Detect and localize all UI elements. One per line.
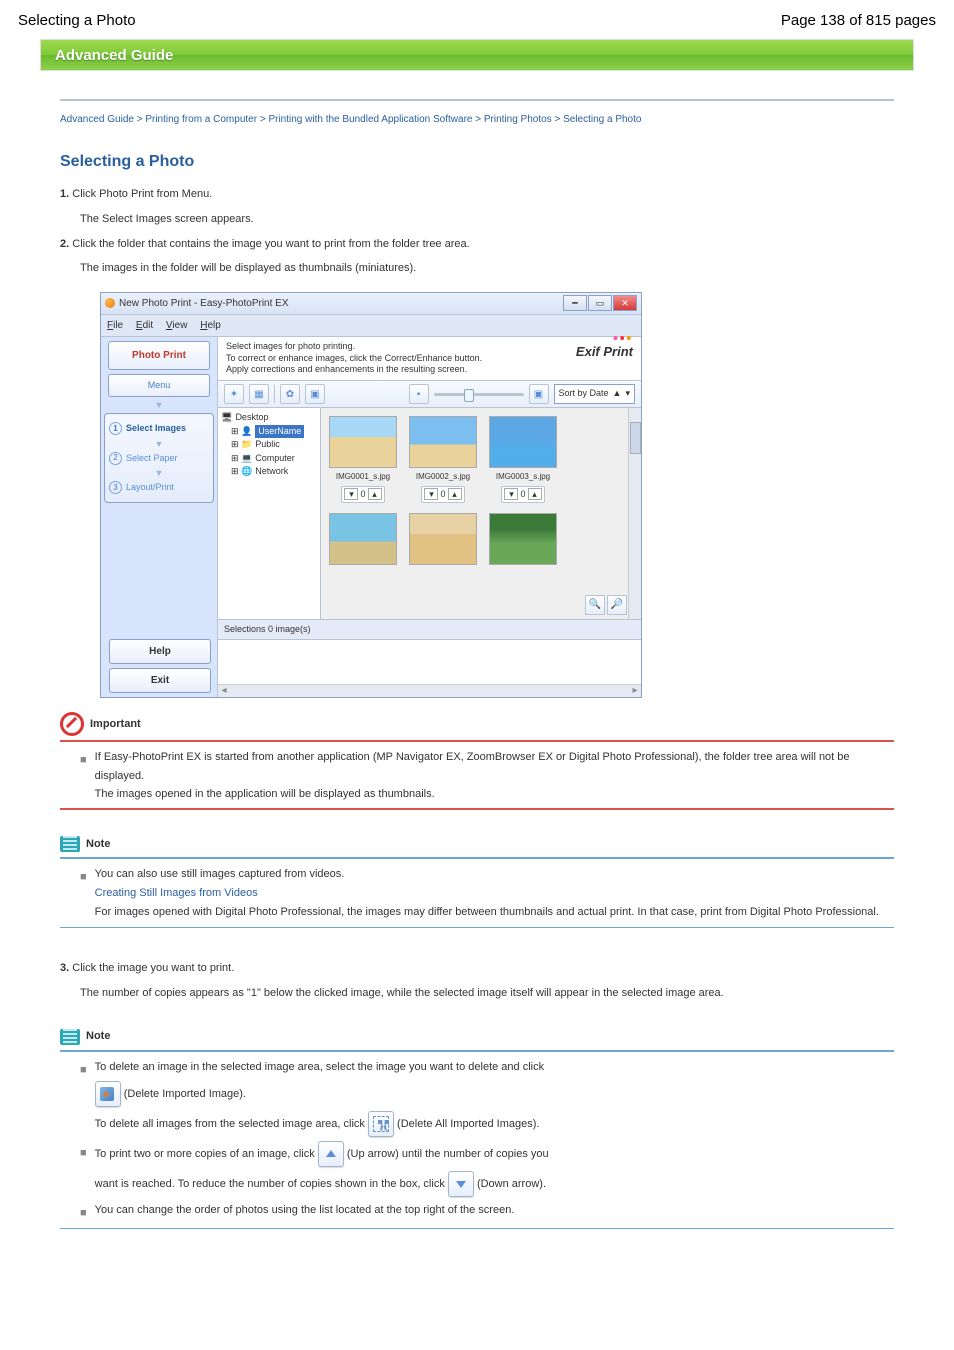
note-link[interactable]: Creating Still Images from Videos <box>95 884 879 903</box>
zoom-out-icon[interactable]: 🔍 <box>585 595 605 615</box>
selections-bar: Selections 0 image(s) <box>218 619 641 639</box>
divider-blue <box>60 1228 894 1229</box>
menu-edit[interactable]: Edit <box>136 320 153 331</box>
page-counter: Page 138 of 815 pages <box>781 12 936 29</box>
thumbnail[interactable] <box>329 513 397 565</box>
step-2: 2. Click the folder that contains the im… <box>60 235 894 254</box>
menu-button[interactable]: Menu <box>108 374 210 397</box>
thumbnail[interactable]: IMG0003_s.jpg ▾0▴ <box>489 416 557 503</box>
menubar: File Edit View Help <box>101 315 641 337</box>
window-maximize-button[interactable]: ▭ <box>588 295 612 311</box>
step-select-images[interactable]: 1Select Images <box>109 418 209 439</box>
menu-file[interactable]: File <box>107 320 123 331</box>
exif-print-logo: Exif Print <box>576 341 633 363</box>
thumbnail-area: IMG0001_s.jpg ▾0▴ IMG0002_s.jpg ▾0▴ <box>321 408 641 619</box>
thumb-large-icon[interactable]: ▣ <box>529 384 549 404</box>
step-2-result: The images in the folder will be display… <box>60 259 894 278</box>
grid-icon[interactable]: ▦ <box>249 384 269 404</box>
divider-blue <box>60 1050 894 1052</box>
step-1: 1. Click Photo Print from Menu. <box>60 185 894 204</box>
vertical-scrollbar[interactable] <box>628 408 641 619</box>
note-text: To delete an image in the selected image… <box>95 1058 544 1137</box>
divider-red <box>60 808 894 810</box>
sort-dropdown[interactable]: Sort by Date ▲ ▾ <box>554 384 635 403</box>
page-heading: Selecting a Photo <box>18 12 136 29</box>
special-filters-icon[interactable]: ✿ <box>280 384 300 404</box>
divider-blue <box>60 927 894 928</box>
divider-red <box>60 740 894 742</box>
important-text: The images opened in the application wil… <box>95 785 894 804</box>
note-text: For images opened with Digital Photo Pro… <box>95 903 879 922</box>
important-text: If Easy-PhotoPrint EX is started from an… <box>95 748 894 785</box>
zoom-in-icon[interactable]: 🔎 <box>607 595 627 615</box>
window-close-button[interactable]: ✕ <box>613 295 637 311</box>
divider-blue <box>60 857 894 859</box>
step-1-result: The Select Images screen appears. <box>60 210 894 229</box>
step-3-desc: The number of copies appears as "1" belo… <box>60 984 894 1003</box>
horizontal-scrollbar[interactable]: ◂▸ <box>218 684 641 697</box>
note-text: You can also use still images captured f… <box>95 865 879 884</box>
thumb-size-slider[interactable] <box>434 393 524 396</box>
note-icon <box>60 836 80 852</box>
divider <box>60 99 894 101</box>
app-icon <box>105 298 115 308</box>
photo-print-button[interactable]: Photo Print <box>108 341 210 370</box>
instruction-text: Select images for photo printing. To cor… <box>226 341 482 376</box>
menu-view[interactable]: View <box>166 320 188 331</box>
window-title: New Photo Print - Easy-PhotoPrint EX <box>119 295 289 312</box>
note-icon <box>60 1029 80 1045</box>
down-arrow-icon <box>448 1171 474 1197</box>
step-layout-print[interactable]: 3Layout/Print <box>109 477 209 498</box>
menu-help[interactable]: Help <box>200 320 221 331</box>
thumbnail[interactable] <box>489 513 557 565</box>
help-button[interactable]: Help <box>109 639 211 664</box>
step-3: 3. Click the image you want to print. <box>60 959 894 978</box>
thumb-small-icon[interactable]: ▪ <box>409 384 429 404</box>
window-minimize-button[interactable]: ━ <box>563 295 587 311</box>
note-text: You can change the order of photos using… <box>95 1201 515 1223</box>
folder-tree[interactable]: 🖥 Desktop ⊞ 👤 UserName ⊞ 📁 Public ⊞ 💻 Co… <box>218 408 321 619</box>
step-select-paper[interactable]: 2Select Paper <box>109 448 209 469</box>
thumbnail[interactable] <box>409 513 477 565</box>
up-arrow-icon <box>318 1141 344 1167</box>
banner-advanced-guide: Advanced Guide <box>40 39 914 71</box>
screenshot-select-images: New Photo Print - Easy-PhotoPrint EX ━ ▭… <box>100 292 642 698</box>
note-text: To print two or more copies of an image,… <box>95 1141 549 1197</box>
important-icon <box>60 712 84 736</box>
thumbnail[interactable]: IMG0002_s.jpg ▾0▴ <box>409 416 477 503</box>
note-label: Note <box>86 835 110 854</box>
correct-enhance-icon[interactable]: ✦ <box>224 384 244 404</box>
selected-images-area <box>218 639 641 684</box>
delete-imported-image-icon <box>95 1081 121 1107</box>
note-label: Note <box>86 1027 110 1046</box>
delete-all-imported-images-icon <box>368 1111 394 1137</box>
page-title: Selecting a Photo <box>60 148 894 175</box>
thumbnail[interactable]: IMG0001_s.jpg ▾0▴ <box>329 416 397 503</box>
exit-button[interactable]: Exit <box>109 668 211 693</box>
breadcrumb: Advanced Guide > Printing from a Compute… <box>60 111 894 128</box>
important-label: Important <box>90 715 141 734</box>
capture-icon[interactable]: ▣ <box>305 384 325 404</box>
